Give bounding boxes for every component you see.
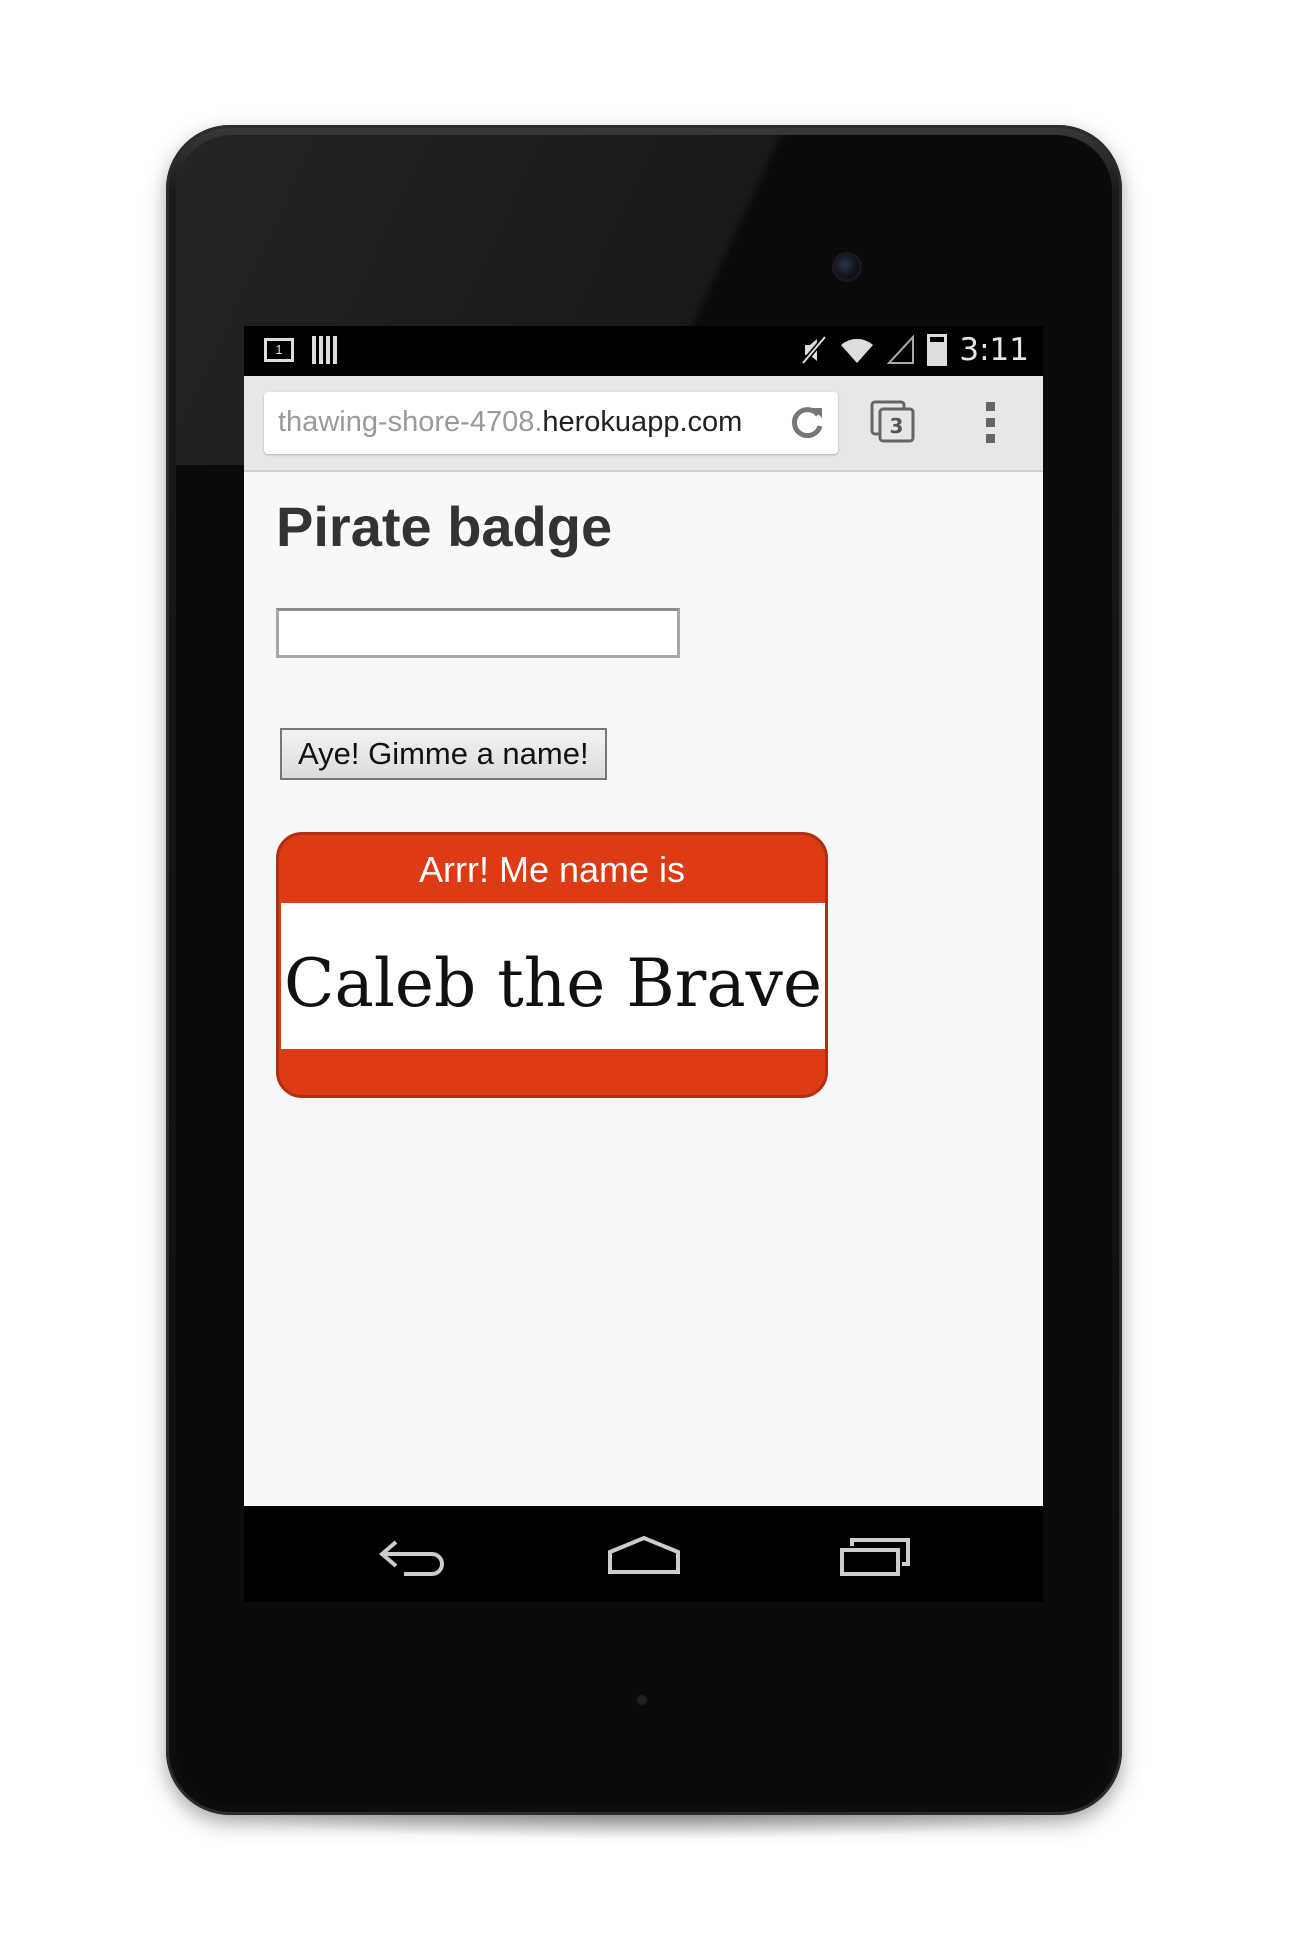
url-subdomain: thawing-shore-4708. — [278, 406, 543, 438]
tab-switcher-icon[interactable]: 3 — [870, 400, 916, 444]
screen: 1 3:11 thawing-shore-4708.herokuapp.com … — [244, 326, 1043, 1602]
reload-icon[interactable] — [788, 404, 826, 442]
page-title: Pirate badge — [276, 495, 613, 558]
web-page: Pirate badge Aye! Gimme a name! Arrr! Me… — [244, 472, 1043, 1506]
status-left: 1 — [264, 336, 338, 364]
signal-icon — [887, 335, 915, 364]
name-input[interactable] — [276, 608, 680, 658]
badge-name: Caleb the Brave — [283, 945, 823, 1022]
wifi-icon — [841, 338, 874, 363]
product-shot: 1 3:11 thawing-shore-4708.herokuapp.com … — [0, 0, 1289, 1934]
status-time: 3:11 — [959, 332, 1029, 368]
address-bar[interactable]: thawing-shore-4708.herokuapp.com — [264, 392, 838, 454]
status-bar: 1 3:11 — [244, 326, 1043, 376]
url-text[interactable]: thawing-shore-4708.herokuapp.com — [278, 406, 773, 439]
navigation-bar — [244, 1506, 1043, 1602]
badge-greeting: Arrr! Me name is — [418, 849, 686, 890]
mute-icon — [801, 335, 828, 365]
camera-icon — [835, 255, 859, 279]
pirate-badge: Arrr! Me name is Caleb the Brave — [276, 832, 828, 1098]
notification-icon: 1 — [264, 338, 294, 362]
url-domain: herokuapp.com — [542, 406, 743, 438]
battery-icon — [927, 334, 948, 366]
badge-name-box: Caleb the Brave — [281, 903, 825, 1049]
barcode-icon — [312, 336, 338, 364]
back-icon[interactable] — [374, 1534, 454, 1578]
recent-apps-icon[interactable] — [836, 1534, 916, 1578]
gimme-name-button[interactable]: Aye! Gimme a name! — [280, 728, 607, 780]
tab-count: 3 — [890, 414, 904, 438]
home-icon[interactable] — [604, 1534, 684, 1578]
overflow-menu-icon[interactable] — [981, 400, 1001, 446]
browser-toolbar: thawing-shore-4708.herokuapp.com 3 — [244, 376, 1043, 472]
status-right: 3:11 — [801, 332, 1029, 368]
sensor-dot — [637, 1695, 647, 1705]
